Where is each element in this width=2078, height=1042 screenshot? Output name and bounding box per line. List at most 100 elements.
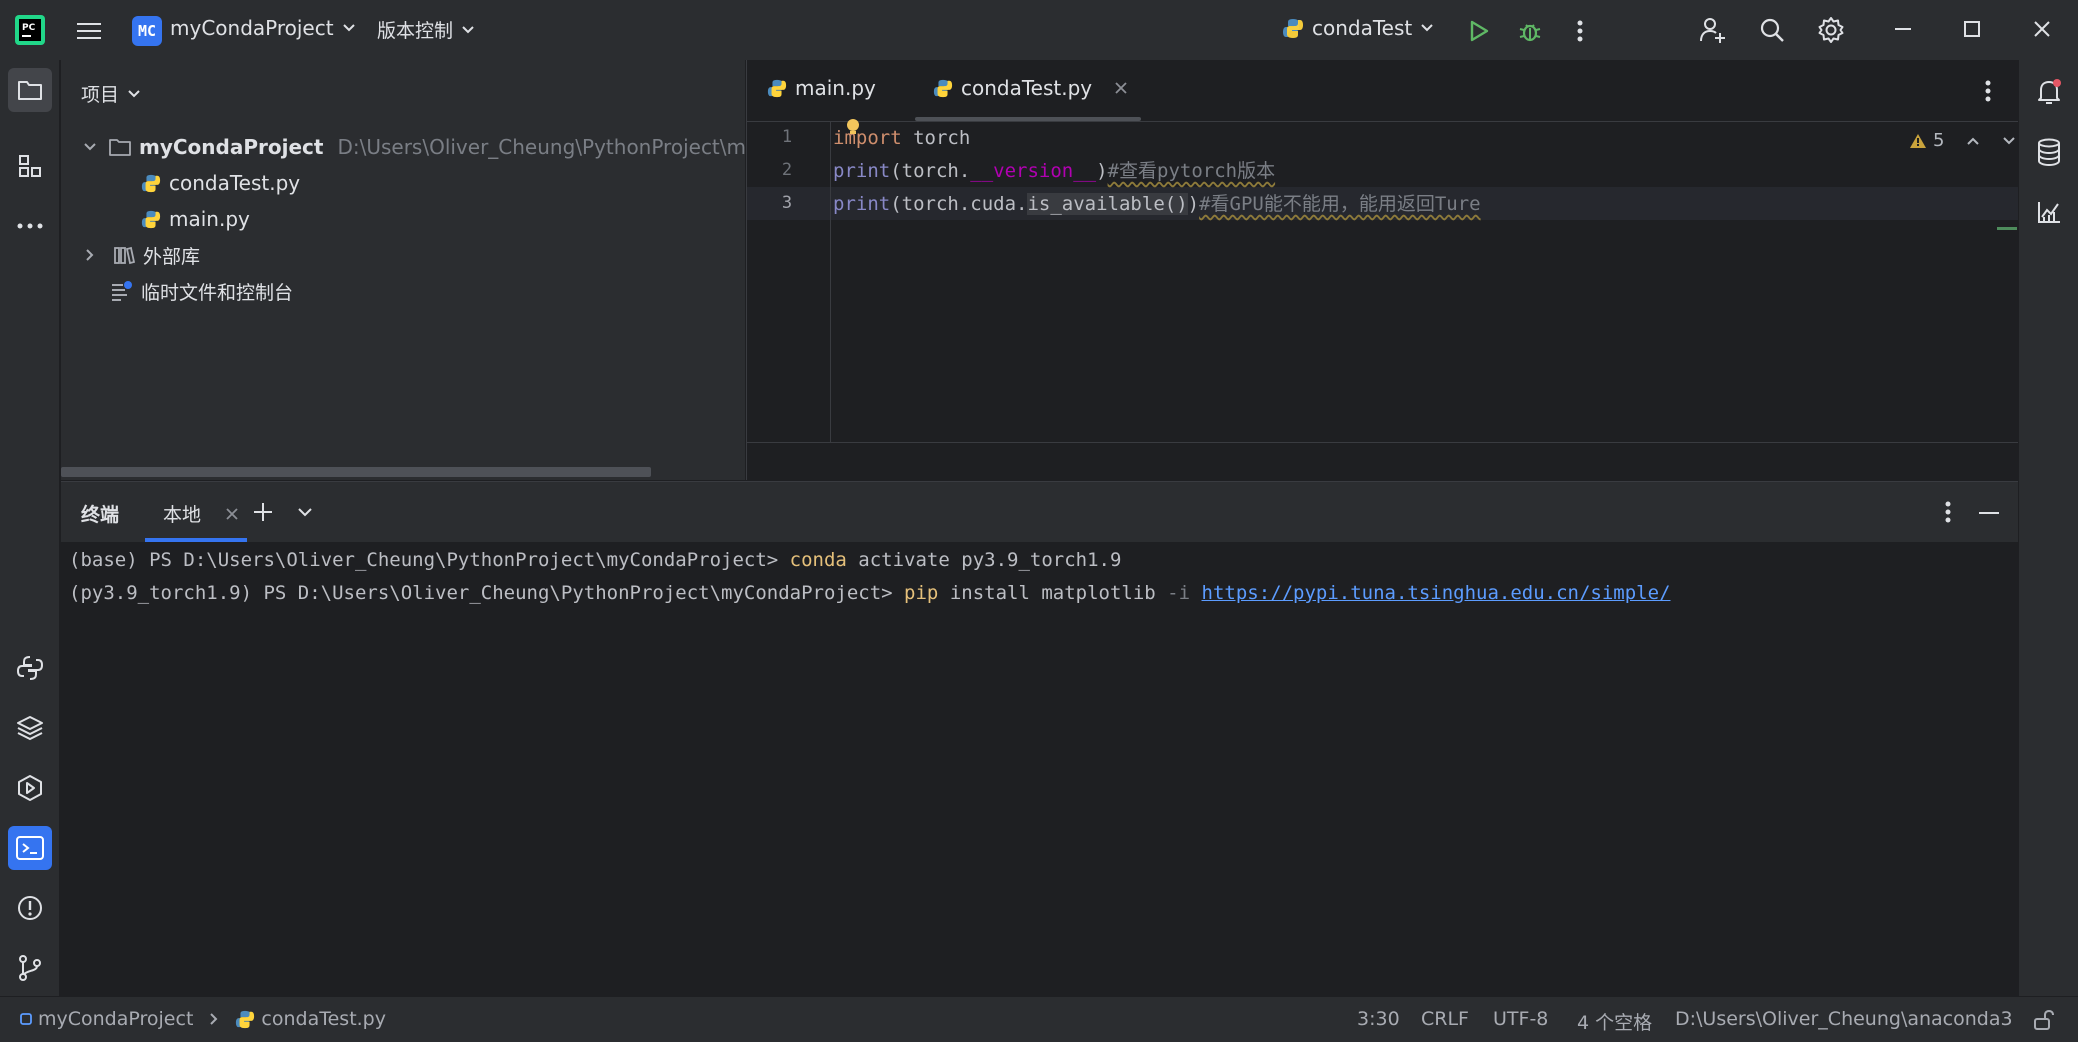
project-tool-folder-icon[interactable] xyxy=(8,68,52,112)
lock-unlocked-icon[interactable] xyxy=(2032,1009,2054,1031)
tab-condatest-py[interactable]: condaTest.py xyxy=(933,76,1128,100)
project-name: myCondaProject xyxy=(170,16,334,40)
code-line-3[interactable]: print(torch.cuda.is_available())#看GPU能不能… xyxy=(833,188,1481,220)
tree-item-file[interactable]: main.py xyxy=(141,202,250,236)
new-terminal-plus-icon[interactable] xyxy=(253,502,273,522)
problems-icon[interactable] xyxy=(8,886,52,930)
terminal-more-icon[interactable] xyxy=(1945,501,1951,523)
tab-main-py[interactable]: main.py xyxy=(767,76,876,100)
terminal-args: install matplotlib xyxy=(938,582,1168,604)
code-text: ) xyxy=(1096,160,1108,182)
indent-setting[interactable]: 4 个空格 xyxy=(1577,1008,1652,1035)
chevron-up-icon[interactable] xyxy=(1966,136,1980,146)
settings-gear-icon[interactable] xyxy=(1815,14,1847,46)
project-root-path: D:\Users\Oliver_Cheung\PythonProject\myC… xyxy=(337,135,797,159)
python-packages-layers-icon[interactable] xyxy=(8,706,52,750)
breadcrumb-file[interactable]: condaTest.py xyxy=(261,1008,386,1030)
git-branch-icon[interactable] xyxy=(8,946,52,990)
chevron-down-icon xyxy=(342,23,356,33)
chevron-down-icon[interactable] xyxy=(2002,136,2016,146)
terminal-args: activate py3.9_torch1.9 xyxy=(846,549,1122,571)
python-console-icon[interactable] xyxy=(8,646,52,690)
python-file-icon xyxy=(767,78,787,98)
chevron-down-icon xyxy=(1420,23,1434,33)
chevron-down-icon xyxy=(127,89,141,99)
close-window-icon[interactable] xyxy=(2027,14,2057,44)
tab-label: main.py xyxy=(795,76,876,100)
module-square-icon xyxy=(20,1013,32,1025)
editor-tabs-more-icon[interactable] xyxy=(1985,80,1991,102)
chevron-down-icon[interactable] xyxy=(83,142,97,152)
terminal-output-line[interactable]: (base) PS D:\Users\Oliver_Cheung\PythonP… xyxy=(69,549,1121,571)
main-menu-icon[interactable] xyxy=(74,16,104,46)
inspection-widget[interactable]: 5 xyxy=(1909,130,2016,151)
terminal-tab-local[interactable]: 本地 xyxy=(163,500,239,527)
structure-icon[interactable] xyxy=(8,144,52,188)
project-selector[interactable]: myCondaProject xyxy=(170,16,356,40)
maximize-window-icon[interactable] xyxy=(1957,14,1987,44)
terminal-icon[interactable] xyxy=(8,826,52,870)
terminal-tab-label: 本地 xyxy=(163,504,202,526)
run-icon[interactable] xyxy=(1464,16,1494,46)
file-name: condaTest.py xyxy=(169,171,301,195)
tree-item-file[interactable]: condaTest.py xyxy=(141,166,300,200)
tree-item-project-root[interactable]: myCondaProject D:\Users\Oliver_Cheung\Py… xyxy=(83,130,797,164)
terminal-options-chevron-down-icon[interactable] xyxy=(297,507,313,517)
project-badge[interactable]: MC xyxy=(132,16,162,46)
python-file-icon xyxy=(141,173,161,193)
debug-icon[interactable] xyxy=(1514,15,1546,47)
editor: main.py condaTest.py 1 2 3 import torch … xyxy=(746,60,2019,480)
sciview-chart-icon[interactable] xyxy=(2027,190,2071,234)
minimize-window-icon[interactable] xyxy=(1888,14,1918,44)
active-tab-indicator xyxy=(915,117,1141,121)
project-panel: 项目 myCondaProject D:\Users\Oliver_Cheung… xyxy=(61,60,797,480)
services-icon[interactable] xyxy=(8,766,52,810)
vcs-menu[interactable]: 版本控制 xyxy=(377,16,475,43)
more-tools-icon[interactable] xyxy=(8,204,52,248)
chevron-right-icon[interactable] xyxy=(85,248,95,262)
editor-tab-bar: main.py condaTest.py xyxy=(747,60,2019,122)
run-config-selector[interactable]: condaTest xyxy=(1282,16,1434,40)
horizontal-scrollbar[interactable] xyxy=(61,467,651,477)
tree-item-scratches[interactable]: 临时文件和控制台 xyxy=(111,274,293,308)
warning-triangle-icon xyxy=(1909,133,1927,149)
breadcrumb: myCondaProject condaTest.py xyxy=(20,1008,386,1030)
code-line-2[interactable]: print(torch.__version__)#查看pytorch版本 xyxy=(833,155,1275,187)
line-number: 2 xyxy=(781,160,793,180)
scratches-console-icon xyxy=(111,281,133,301)
scratches-label: 临时文件和控制台 xyxy=(141,281,294,304)
builtin-function: print xyxy=(833,193,891,215)
intention-bulb-icon[interactable] xyxy=(845,118,861,136)
builtin-function: print xyxy=(833,160,891,182)
terminal-input-line[interactable]: (py3.9_torch1.9) PS D:\Users\Oliver_Cheu… xyxy=(69,582,1671,604)
editor-bottom-strip xyxy=(747,442,2019,480)
notifications-bell-icon[interactable] xyxy=(2027,70,2071,114)
add-user-icon[interactable] xyxy=(1697,14,1729,46)
line-separator[interactable]: CRLF xyxy=(1421,1008,1469,1030)
pycharm-logo-icon: PC xyxy=(14,14,46,46)
close-tab-icon[interactable] xyxy=(225,507,239,521)
caret-position[interactable]: 3:30 xyxy=(1357,1008,1400,1030)
database-icon[interactable] xyxy=(2027,130,2071,174)
python-interpreter[interactable]: D:\Users\Oliver_Cheung\anaconda3 xyxy=(1675,1008,2013,1030)
python-file-icon xyxy=(141,209,161,229)
terminal-command: pip xyxy=(904,582,939,604)
terminal-header: 终端 本地 xyxy=(61,482,2018,542)
left-tool-strip xyxy=(0,60,60,996)
comment: #查看pytorch版本 xyxy=(1107,160,1276,182)
active-tab-indicator xyxy=(145,538,247,542)
file-encoding[interactable]: UTF-8 xyxy=(1493,1008,1548,1030)
code-text: torch xyxy=(901,127,971,149)
tab-label: condaTest.py xyxy=(961,76,1093,100)
terminal-command: conda xyxy=(789,549,847,571)
highlighted-call: is_available() xyxy=(1027,193,1188,215)
breadcrumb-project[interactable]: myCondaProject xyxy=(38,1008,193,1030)
terminal-url-link[interactable]: https://pypi.tuna.tsinghua.edu.cn/simple… xyxy=(1202,582,1671,604)
more-actions-icon[interactable] xyxy=(1568,14,1592,48)
terminal-prompt: (py3.9_torch1.9) PS D:\Users\Oliver_Cheu… xyxy=(69,582,905,604)
search-icon[interactable] xyxy=(1756,14,1788,46)
project-view-selector[interactable]: 项目 xyxy=(81,80,141,107)
hide-panel-icon[interactable] xyxy=(1979,511,1999,515)
tree-item-external-libraries[interactable]: 外部库 xyxy=(85,238,200,272)
close-tab-icon[interactable] xyxy=(1114,81,1128,95)
